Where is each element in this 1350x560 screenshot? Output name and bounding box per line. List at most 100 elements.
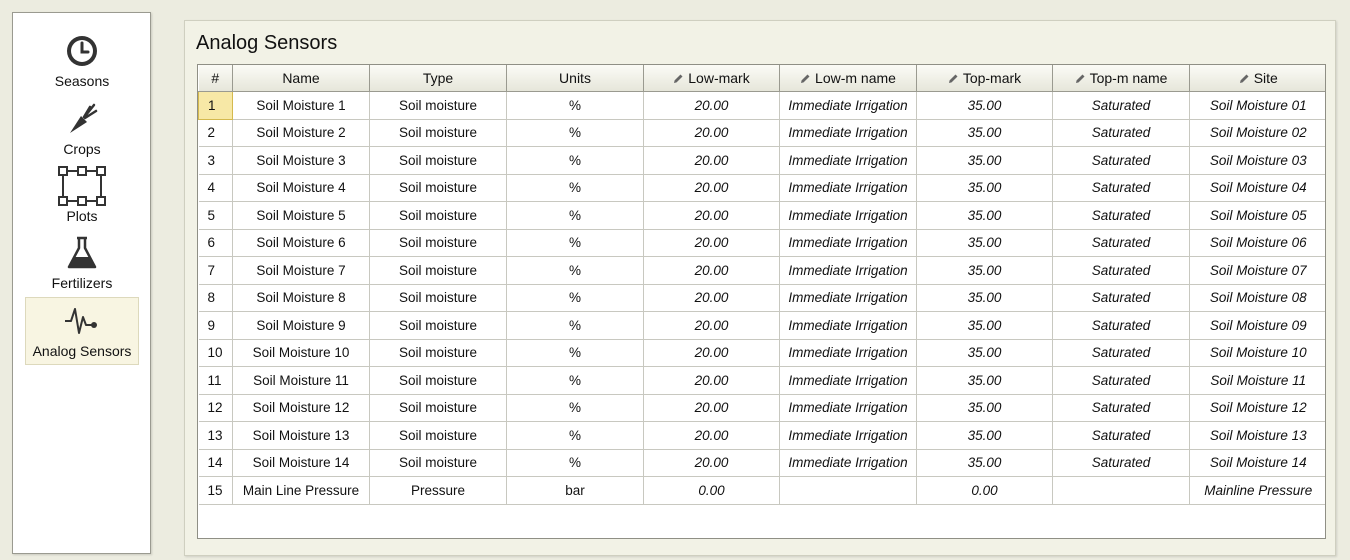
- table-cell[interactable]: Soil Moisture 12: [1189, 393, 1325, 422]
- table-cell[interactable]: Saturated: [1052, 366, 1190, 395]
- table-cell[interactable]: Saturated: [1052, 146, 1190, 175]
- column-header[interactable]: Site: [1189, 65, 1325, 92]
- table-cell[interactable]: 35.00: [916, 283, 1053, 312]
- table-cell[interactable]: Immediate Irrigation: [779, 338, 917, 367]
- table-cell[interactable]: %: [506, 421, 644, 450]
- table-cell[interactable]: 0.00: [643, 476, 780, 505]
- table-cell[interactable]: Saturated: [1052, 283, 1190, 312]
- table-cell[interactable]: Soil moisture: [369, 448, 507, 477]
- column-header[interactable]: Top-mark: [916, 65, 1053, 92]
- table-cell[interactable]: Soil Moisture 5: [232, 201, 370, 230]
- table-cell[interactable]: Soil moisture: [369, 201, 507, 230]
- table-cell[interactable]: 35.00: [916, 118, 1053, 147]
- table-cell[interactable]: Immediate Irrigation: [779, 311, 917, 340]
- table-cell[interactable]: Soil Moisture 05: [1189, 201, 1325, 230]
- row-number-cell[interactable]: 6: [198, 228, 233, 257]
- table-cell[interactable]: Immediate Irrigation: [779, 283, 917, 312]
- sidebar-item-plots[interactable]: Plots: [25, 166, 139, 224]
- table-cell[interactable]: Soil Moisture 07: [1189, 256, 1325, 285]
- table-cell[interactable]: 20.00: [643, 338, 780, 367]
- table-cell[interactable]: Immediate Irrigation: [779, 173, 917, 202]
- table-cell[interactable]: 20.00: [643, 421, 780, 450]
- table-cell[interactable]: 35.00: [916, 311, 1053, 340]
- table-cell[interactable]: Soil moisture: [369, 283, 507, 312]
- table-cell[interactable]: 20.00: [643, 393, 780, 422]
- table-cell[interactable]: Soil Moisture 3: [232, 146, 370, 175]
- table-cell[interactable]: 20.00: [643, 366, 780, 395]
- table-row[interactable]: 7 Soil Moisture 7 Soil moisture% 20.00 Immed…: [198, 256, 1325, 285]
- table-cell[interactable]: Immediate Irrigation: [779, 118, 917, 147]
- row-number-cell[interactable]: 13: [198, 421, 233, 450]
- table-cell[interactable]: %: [506, 448, 644, 477]
- table-cell[interactable]: Immediate Irrigation: [779, 146, 917, 175]
- table-cell[interactable]: Soil moisture: [369, 118, 507, 147]
- sensor-table-container[interactable]: # Name Type Units Low-mark Low-m name Top-mark…: [197, 64, 1326, 539]
- table-cell[interactable]: 20.00: [643, 448, 780, 477]
- table-row[interactable]: 5 Soil Moisture 5 Soil moisture% 20.00 Immed…: [198, 201, 1325, 230]
- table-cell[interactable]: Soil Moisture 08: [1189, 283, 1325, 312]
- table-cell[interactable]: Soil Moisture 12: [232, 393, 370, 422]
- table-cell[interactable]: Soil moisture: [369, 366, 507, 395]
- column-header[interactable]: #: [198, 65, 233, 92]
- row-number-cell[interactable]: 5: [198, 201, 233, 230]
- table-cell[interactable]: 35.00: [916, 146, 1053, 175]
- table-cell[interactable]: 20.00: [643, 283, 780, 312]
- table-cell[interactable]: 20.00: [643, 118, 780, 147]
- table-cell[interactable]: %: [506, 91, 644, 120]
- table-cell[interactable]: Saturated: [1052, 228, 1190, 257]
- table-row[interactable]: 1 Soil Moisture 1 Soil moisture% 20.00 Immed…: [198, 91, 1325, 120]
- table-cell[interactable]: [1052, 476, 1190, 505]
- table-cell[interactable]: Soil moisture: [369, 228, 507, 257]
- table-cell[interactable]: Soil Moisture 10: [1189, 338, 1325, 367]
- table-row[interactable]: 14 Soil Moisture 14 Soil moisture% 20.00 Imm…: [198, 448, 1325, 477]
- column-header[interactable]: Units: [506, 65, 644, 92]
- table-cell[interactable]: [779, 476, 917, 505]
- table-cell[interactable]: %: [506, 283, 644, 312]
- table-cell[interactable]: 35.00: [916, 91, 1053, 120]
- column-header[interactable]: Name: [232, 65, 370, 92]
- row-number-cell[interactable]: 4: [198, 173, 233, 202]
- table-cell[interactable]: 35.00: [916, 228, 1053, 257]
- table-cell[interactable]: Soil moisture: [369, 393, 507, 422]
- table-cell[interactable]: Saturated: [1052, 91, 1190, 120]
- table-cell[interactable]: Soil Moisture 4: [232, 173, 370, 202]
- table-cell[interactable]: 35.00: [916, 366, 1053, 395]
- table-cell[interactable]: Soil Moisture 7: [232, 256, 370, 285]
- table-cell[interactable]: %: [506, 393, 644, 422]
- table-cell[interactable]: 20.00: [643, 201, 780, 230]
- row-number-cell[interactable]: 9: [198, 311, 233, 340]
- table-cell[interactable]: Soil moisture: [369, 173, 507, 202]
- table-cell[interactable]: Saturated: [1052, 173, 1190, 202]
- table-cell[interactable]: Soil moisture: [369, 311, 507, 340]
- table-row[interactable]: 12 Soil Moisture 12 Soil moisture% 20.00 Imm…: [198, 393, 1325, 422]
- table-cell[interactable]: %: [506, 311, 644, 340]
- table-row[interactable]: 11 Soil Moisture 11 Soil moisture% 20.00 Imm…: [198, 366, 1325, 395]
- table-cell[interactable]: Immediate Irrigation: [779, 448, 917, 477]
- table-cell[interactable]: Immediate Irrigation: [779, 366, 917, 395]
- table-cell[interactable]: %: [506, 118, 644, 147]
- table-cell[interactable]: Pressure: [369, 476, 507, 505]
- table-cell[interactable]: Soil Moisture 1: [232, 91, 370, 120]
- table-row[interactable]: 13 Soil Moisture 13 Soil moisture% 20.00 Imm…: [198, 421, 1325, 450]
- table-cell[interactable]: Mainline Pressure: [1189, 476, 1325, 505]
- table-row[interactable]: 9 Soil Moisture 9 Soil moisture% 20.00 Immed…: [198, 311, 1325, 340]
- row-number-cell[interactable]: 14: [198, 448, 233, 477]
- table-cell[interactable]: Soil moisture: [369, 91, 507, 120]
- table-cell[interactable]: Soil Moisture 02: [1189, 118, 1325, 147]
- table-cell[interactable]: Saturated: [1052, 421, 1190, 450]
- table-cell[interactable]: 35.00: [916, 421, 1053, 450]
- table-cell[interactable]: Soil Moisture 14: [232, 448, 370, 477]
- row-number-cell[interactable]: 3: [198, 146, 233, 175]
- table-cell[interactable]: Immediate Irrigation: [779, 393, 917, 422]
- table-cell[interactable]: %: [506, 338, 644, 367]
- sidebar-item-fertilizers[interactable]: Fertilizers: [25, 233, 139, 291]
- table-row[interactable]: 3 Soil Moisture 3 Soil moisture% 20.00 Immed…: [198, 146, 1325, 175]
- table-cell[interactable]: Soil Moisture 2: [232, 118, 370, 147]
- table-cell[interactable]: Saturated: [1052, 338, 1190, 367]
- table-cell[interactable]: Main Line Pressure: [232, 476, 370, 505]
- table-cell[interactable]: %: [506, 256, 644, 285]
- table-cell[interactable]: Soil Moisture 14: [1189, 448, 1325, 477]
- table-cell[interactable]: Saturated: [1052, 201, 1190, 230]
- table-cell[interactable]: Soil Moisture 13: [1189, 421, 1325, 450]
- table-cell[interactable]: Soil Moisture 6: [232, 228, 370, 257]
